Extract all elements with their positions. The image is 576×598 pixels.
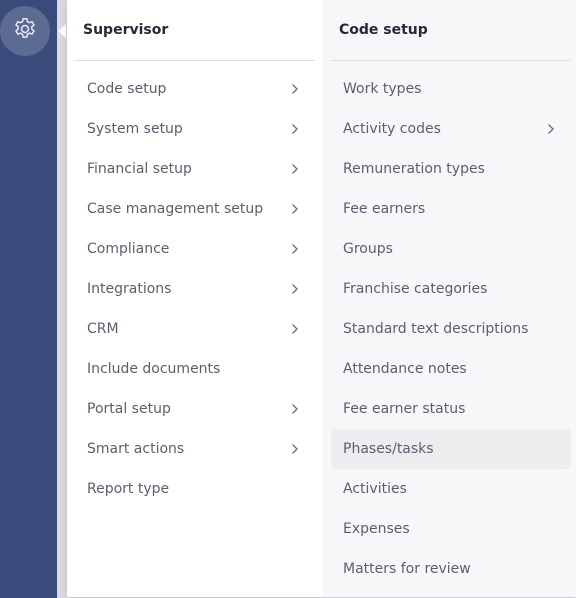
menu-item-label: Activity codes	[343, 121, 441, 137]
code-setup-column: Code setup Work types Activity codes Remun…	[323, 0, 576, 597]
menu-item-financial-setup[interactable]: Financial setup	[75, 149, 315, 189]
menu-item-label: Financial setup	[87, 161, 192, 177]
menu-item-label: Include documents	[87, 361, 221, 377]
settings-button[interactable]	[0, 6, 50, 56]
menu-item-integrations[interactable]: Integrations	[75, 269, 315, 309]
chevron-right-icon	[289, 203, 301, 215]
menu-item-label: Portal setup	[87, 401, 171, 417]
menu-item-label: Integrations	[87, 281, 172, 297]
menu-item-crm[interactable]: CRM	[75, 309, 315, 349]
supervisor-title: Supervisor	[83, 22, 169, 38]
menu-item-label: Attendance notes	[343, 361, 467, 377]
menu-item-label: Phases/tasks	[343, 441, 434, 457]
gear-icon	[12, 16, 38, 46]
menu-item-fee-earner-status[interactable]: Fee earner status	[331, 389, 571, 429]
chevron-right-icon	[289, 163, 301, 175]
menu-item-label: CRM	[87, 321, 119, 337]
menu-item-system-setup[interactable]: System setup	[75, 109, 315, 149]
chevron-right-icon	[289, 123, 301, 135]
menu-item-portal-setup[interactable]: Portal setup	[75, 389, 315, 429]
menu-item-compliance[interactable]: Compliance	[75, 229, 315, 269]
chevron-right-icon	[289, 323, 301, 335]
menu-item-expenses[interactable]: Expenses	[331, 509, 571, 549]
menu-item-label: Standard text descriptions	[343, 321, 529, 337]
menu-item-groups[interactable]: Groups	[331, 229, 571, 269]
menu-item-phases-tasks[interactable]: Phases/tasks	[331, 429, 571, 469]
divider	[75, 60, 315, 61]
menu-item-label: Activities	[343, 481, 407, 497]
left-sidebar	[0, 0, 57, 598]
menu-item-label: Expenses	[343, 521, 410, 537]
menu-item-report-type[interactable]: Report type	[75, 469, 315, 509]
menu-item-fee-earners[interactable]: Fee earners	[331, 189, 571, 229]
menu-item-label: Compliance	[87, 241, 170, 257]
menu-item-smart-actions[interactable]: Smart actions	[75, 429, 315, 469]
menu-item-label: Smart actions	[87, 441, 185, 457]
menu-item-matters-for-review[interactable]: Matters for review	[331, 549, 571, 589]
chevron-right-icon	[545, 123, 557, 135]
menu-item-remuneration-types[interactable]: Remuneration types	[331, 149, 571, 189]
supervisor-menu-panel: Supervisor Code setup System setup Financi…	[67, 0, 576, 597]
menu-item-label: System setup	[87, 121, 183, 137]
menu-item-label: Case management setup	[87, 201, 264, 217]
menu-item-franchise-categories[interactable]: Franchise categories	[331, 269, 571, 309]
menu-item-attendance-notes[interactable]: Attendance notes	[331, 349, 571, 389]
menu-pointer	[58, 24, 66, 38]
menu-item-label: Franchise categories	[343, 281, 488, 297]
menu-item-label: Report type	[87, 481, 170, 497]
menu-item-work-types[interactable]: Work types	[331, 69, 571, 109]
menu-item-code-setup[interactable]: Code setup	[75, 69, 315, 109]
menu-item-label: Code setup	[87, 81, 167, 97]
menu-item-label: Groups	[343, 241, 393, 257]
chevron-right-icon	[289, 83, 301, 95]
chevron-right-icon	[289, 403, 301, 415]
menu-item-case-management-setup[interactable]: Case management setup	[75, 189, 315, 229]
supervisor-menu: Code setup System setup Financial setup Cas…	[75, 69, 315, 509]
code-setup-menu: Work types Activity codes Remuneration typ…	[331, 69, 571, 589]
code-setup-title: Code setup	[339, 22, 428, 38]
supervisor-column: Supervisor Code setup System setup Financi…	[67, 0, 323, 597]
menu-item-label: Work types	[343, 81, 422, 97]
chevron-right-icon	[289, 283, 301, 295]
menu-item-label: Fee earner status	[343, 401, 466, 417]
menu-item-label: Fee earners	[343, 201, 426, 217]
menu-item-activities[interactable]: Activities	[331, 469, 571, 509]
menu-item-include-documents[interactable]: Include documents	[75, 349, 315, 389]
chevron-right-icon	[289, 243, 301, 255]
chevron-right-icon	[289, 443, 301, 455]
menu-item-label: Matters for review	[343, 561, 471, 577]
menu-item-label: Remuneration types	[343, 161, 485, 177]
menu-item-activity-codes[interactable]: Activity codes	[331, 109, 571, 149]
divider	[331, 60, 571, 61]
menu-item-standard-text-descriptions[interactable]: Standard text descriptions	[331, 309, 571, 349]
